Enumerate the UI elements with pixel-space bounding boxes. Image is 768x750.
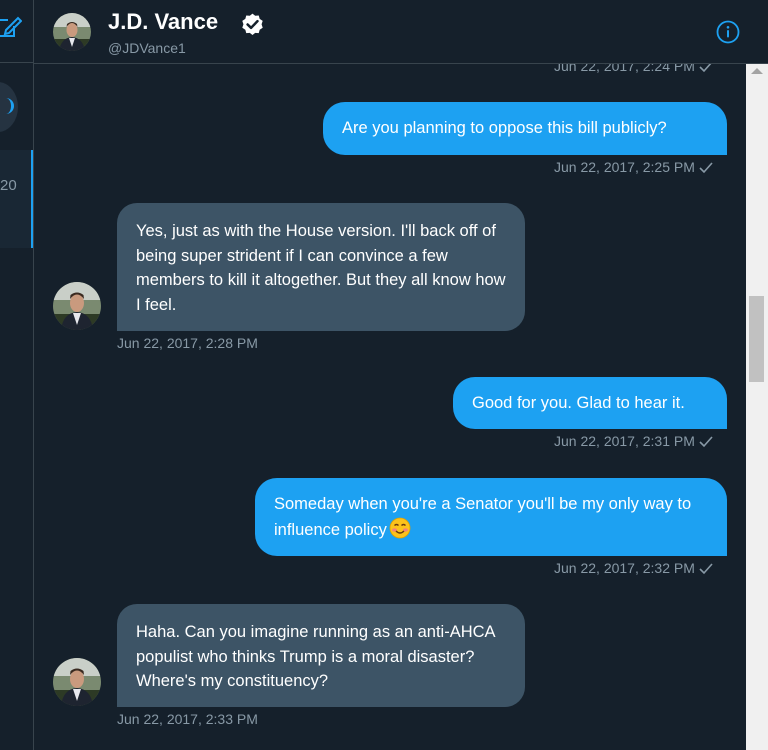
conversation-list-item-active[interactable]: 20 — [0, 150, 33, 248]
outgoing-message[interactable]: Good for you. Glad to hear it. — [453, 377, 727, 429]
outgoing-message[interactable]: Someday when you're a Senator you'll be … — [255, 478, 727, 556]
scroll-up-arrow-icon[interactable] — [751, 68, 763, 74]
message-text: Are you planning to oppose this bill pub… — [342, 119, 667, 137]
message-text: Haha. Can you imagine running as an anti… — [136, 623, 495, 690]
conversation-title: J.D. Vance — [108, 9, 219, 34]
incoming-message[interactable]: Yes, just as with the House version. I'l… — [117, 203, 525, 331]
avatar[interactable] — [53, 658, 101, 706]
message-text: Good for you. Glad to hear it. — [472, 394, 685, 412]
read-check-icon — [699, 162, 713, 174]
message-timestamp: Jun 22, 2017, 2:25 PM — [554, 159, 713, 175]
smiling-face-with-smiling-eyes-emoji — [389, 517, 411, 538]
conversations-sidebar: 20 — [0, 0, 34, 750]
message-text: Someday when you're a Senator you'll be … — [274, 495, 692, 539]
avatar[interactable] — [53, 282, 101, 330]
scrollbar[interactable] — [746, 64, 768, 750]
sidebar-divider — [0, 62, 33, 63]
message-timestamp: Jun 22, 2017, 2:32 PM — [554, 560, 713, 576]
message-text: Yes, just as with the House version. I'l… — [136, 222, 506, 314]
read-check-icon — [699, 436, 713, 448]
read-check-icon — [699, 64, 712, 73]
read-check-icon — [699, 563, 713, 575]
message-thread[interactable]: Jun 22, 2017, 2:24 PM Are you planning t… — [34, 64, 746, 750]
verified-badge-icon — [242, 13, 263, 36]
message-timestamp: Jun 22, 2017, 2:31 PM — [554, 433, 713, 449]
sidebar-avatar-partial[interactable] — [0, 82, 18, 132]
scrollbar-thumb[interactable] — [749, 296, 764, 382]
avatar[interactable] — [53, 13, 91, 51]
conversation-header: J.D. Vance @JDVance1 — [34, 0, 768, 64]
message-timestamp: Jun 22, 2017, 2:24 PM — [554, 64, 713, 74]
info-icon[interactable] — [716, 20, 740, 44]
conversation-snippet: 20 — [0, 177, 17, 194]
compose-icon[interactable] — [0, 14, 22, 38]
user-handle: @JDVance1 — [108, 40, 186, 56]
message-timestamp: Jun 22, 2017, 2:28 PM — [117, 335, 258, 351]
outgoing-message[interactable]: Are you planning to oppose this bill pub… — [323, 102, 727, 155]
incoming-message[interactable]: Haha. Can you imagine running as an anti… — [117, 604, 525, 707]
message-timestamp: Jun 22, 2017, 2:33 PM — [117, 711, 258, 727]
